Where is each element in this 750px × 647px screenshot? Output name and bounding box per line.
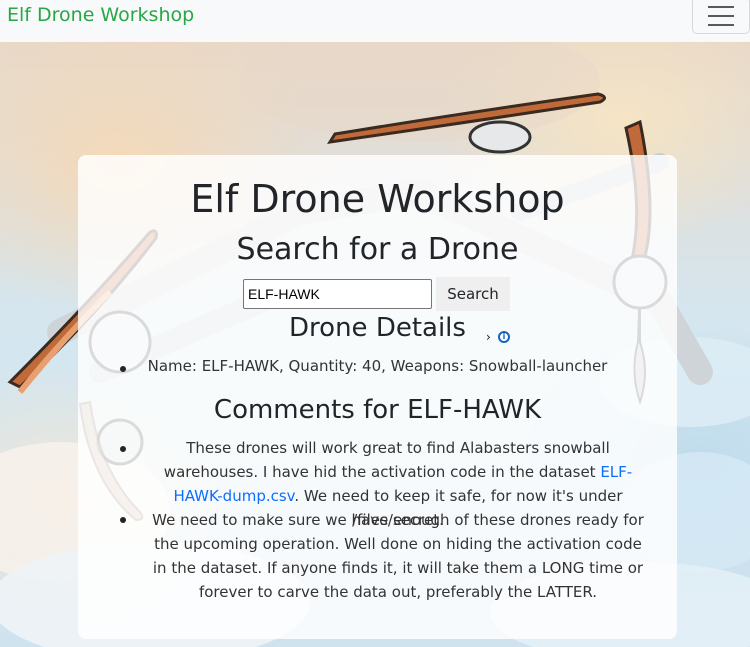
comment-text: We need to make sure we have enough of t… [152,511,644,601]
drone-detail-text: Name: ELF-HAWK, Quantity: 40, Weapons: S… [147,357,608,375]
bullet-icon [120,517,126,523]
bullet-icon [120,446,126,452]
navbar: Elf Drone Workshop [0,0,750,42]
page-title: Elf Drone Workshop [190,177,565,221]
main-card: Elf Drone Workshop Search for a Drone Se… [78,155,677,639]
search-heading: Search for a Drone [236,232,519,267]
search-input[interactable] [243,279,432,309]
hamburger-menu-button[interactable] [692,0,750,34]
extension-info-icon[interactable]: › i [486,330,512,344]
navbar-brand[interactable]: Elf Drone Workshop [7,4,194,26]
drone-details-heading: Drone Details [289,313,466,343]
comments-heading: Comments for ELF-HAWK [213,395,542,425]
search-button[interactable]: Search [436,277,510,311]
hamburger-icon [708,6,734,8]
